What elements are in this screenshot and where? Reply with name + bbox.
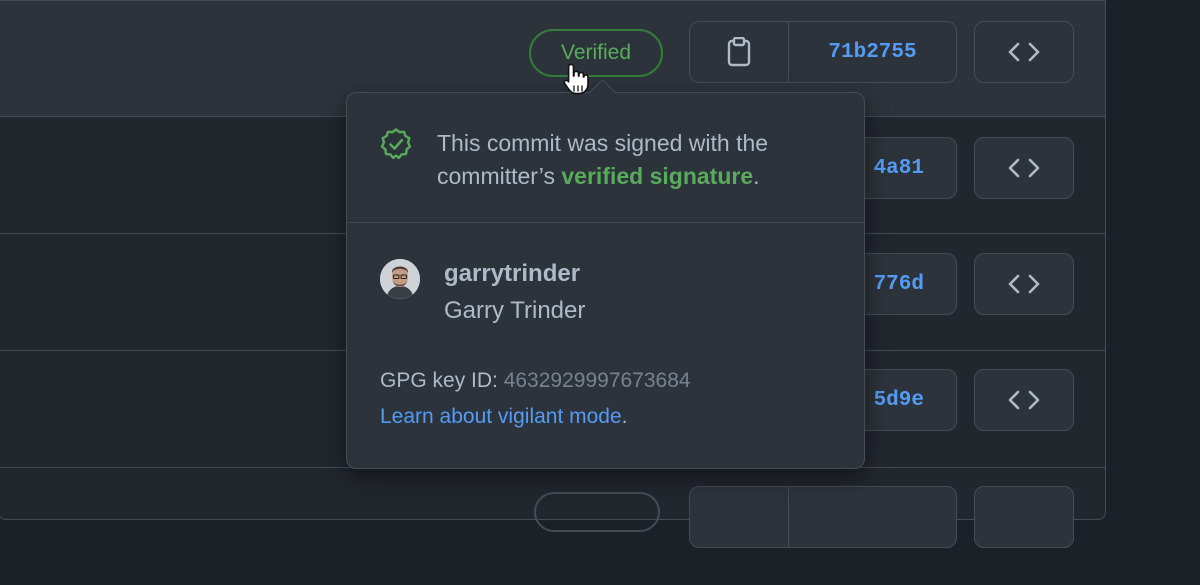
browse-code-button[interactable] <box>974 369 1074 431</box>
verified-signature-link[interactable]: verified signature <box>561 163 753 189</box>
code-icon <box>1008 274 1040 294</box>
avatar-image <box>380 259 420 299</box>
browse-code-button[interactable] <box>974 137 1074 199</box>
gpg-key-line: GPG key ID: 4632929997673684 <box>380 369 691 393</box>
code-icon <box>1008 390 1040 410</box>
gpg-key-label: GPG key ID: <box>380 369 504 392</box>
code-icon <box>1008 42 1040 62</box>
signature-message: This commit was signed with the committe… <box>437 127 847 193</box>
signature-popover: This commit was signed with the committe… <box>346 79 865 469</box>
clipboard-icon <box>727 37 751 67</box>
hand-pointer-icon <box>563 63 589 95</box>
commit-sha-link[interactable] <box>789 487 956 547</box>
learn-line-suffix: . <box>621 405 628 428</box>
popover-header: This commit was signed with the committe… <box>347 93 864 223</box>
commit-sha-link[interactable]: 71b2755 <box>789 22 956 82</box>
commit-sha-button-group: 71b2755 <box>689 21 957 83</box>
commit-sha-button-group <box>689 486 957 548</box>
verified-badge[interactable]: Verified <box>529 29 663 77</box>
learn-vigilant-mode-link[interactable]: Learn about vigilant mode <box>380 405 622 428</box>
browse-code-button[interactable] <box>974 21 1074 83</box>
gpg-key-id: 4632929997673684 <box>503 369 691 392</box>
user-full-name: Garry Trinder <box>444 297 586 324</box>
copy-sha-button[interactable] <box>690 487 789 547</box>
verified-badge[interactable] <box>534 492 660 532</box>
avatar[interactable] <box>380 259 420 299</box>
browse-code-button[interactable] <box>974 253 1074 315</box>
verified-check-icon <box>380 128 412 160</box>
copy-sha-button[interactable] <box>690 22 789 82</box>
signature-message-suffix: . <box>753 163 760 189</box>
user-login-link[interactable]: garrytrinder <box>444 260 580 288</box>
learn-line: Learn about vigilant mode. <box>380 405 628 429</box>
commit-row <box>0 469 1105 585</box>
browse-code-button[interactable] <box>974 486 1074 548</box>
code-icon <box>1008 158 1040 178</box>
